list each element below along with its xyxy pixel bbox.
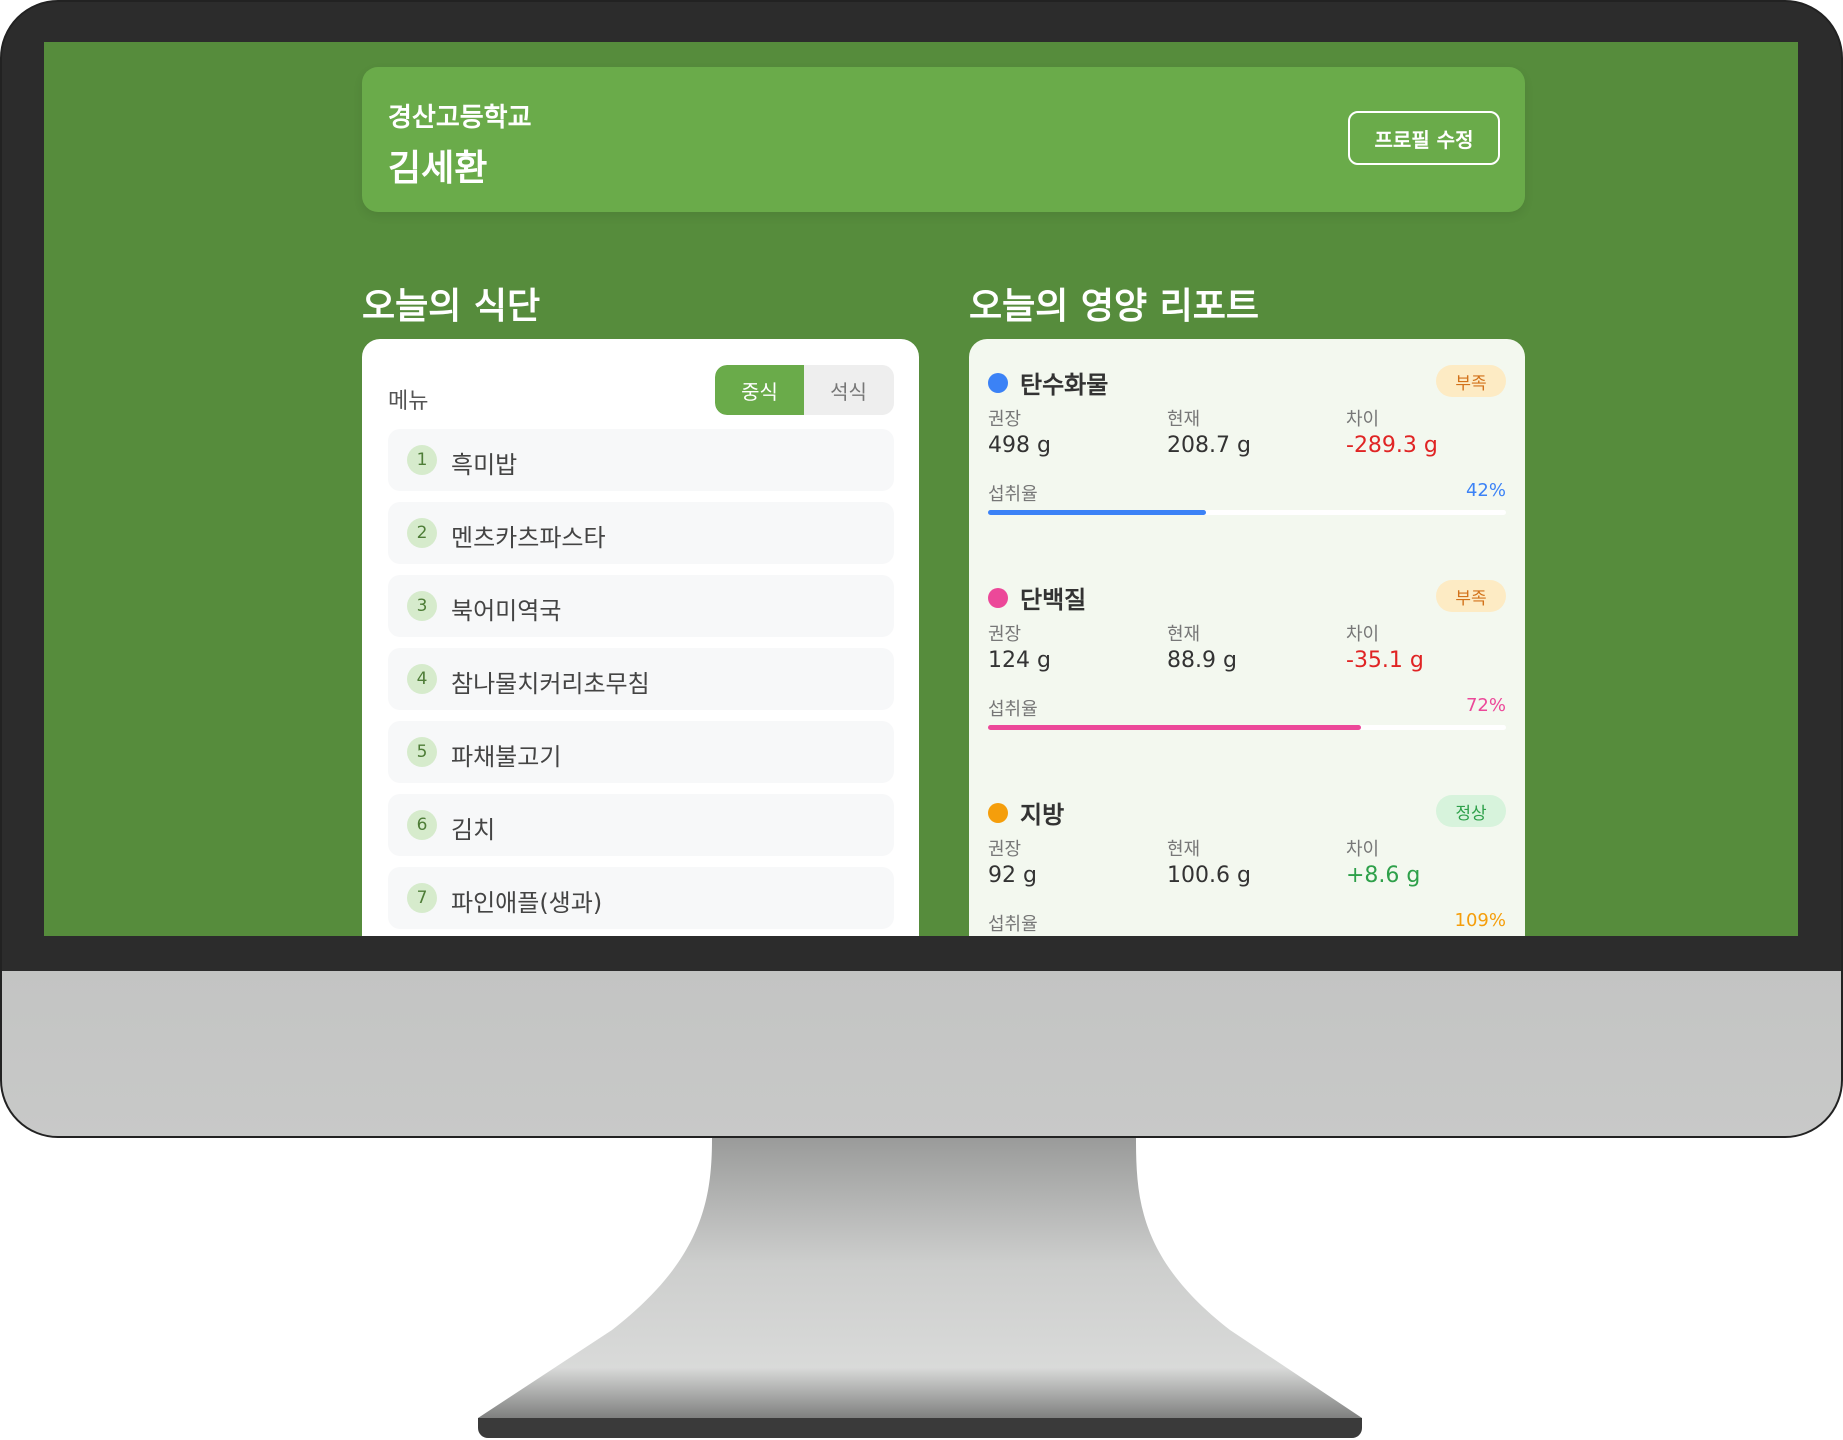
intake-label: 섭취율 <box>988 484 1038 505</box>
current-label: 현재 <box>1167 624 1201 645</box>
item-number-badge: 3 <box>407 591 437 621</box>
edit-profile-button[interactable]: 프로필 수정 <box>1348 111 1500 165</box>
menu-item-name: 멘츠카츠파스타 <box>451 524 606 552</box>
current-value: 208.7 g <box>1167 433 1251 458</box>
menu-item-name: 김치 <box>451 816 496 844</box>
item-number-badge: 5 <box>407 737 437 767</box>
current-value: 88.9 g <box>1167 648 1237 673</box>
recommended-value: 124 g <box>988 648 1051 673</box>
status-badge: 정상 <box>1436 795 1506 827</box>
list-item: 4 참나물치커리초무침 <box>388 648 894 710</box>
nutrient-name: 단백질 <box>1020 586 1087 614</box>
protein-dot-icon <box>988 588 1008 608</box>
item-number-badge: 7 <box>407 883 437 913</box>
item-number-badge: 2 <box>407 518 437 548</box>
menu-item-name: 파채불고기 <box>451 743 562 771</box>
current-label: 현재 <box>1167 839 1201 860</box>
monitor-base <box>478 1418 1362 1438</box>
diff-value: -289.3 g <box>1346 433 1438 458</box>
intake-percent: 109% <box>1454 910 1506 931</box>
intake-bar-fill <box>988 725 1361 730</box>
status-badge: 부족 <box>1436 365 1506 397</box>
menu-item-name: 파인애플(생과) <box>451 889 603 917</box>
recommended-label: 권장 <box>988 409 1022 430</box>
tab-dinner[interactable]: 석식 <box>804 365 893 415</box>
recommended-value: 498 g <box>988 433 1051 458</box>
menu-card: 메뉴 중식 석식 1 흑미밥 2 멘츠카츠파스타 3 북어미역국 4 참나물치커… <box>362 339 919 936</box>
recommended-value: 92 g <box>988 863 1037 888</box>
app-screen: 경산고등학교 김세환 프로필 수정 오늘의 식단 오늘의 영양 리포트 메뉴 중… <box>44 42 1798 936</box>
nutrient-protein: 단백질 부족 권장 현재 차이 124 g 88.9 g -35.1 g 섭취율… <box>988 578 1506 778</box>
current-label: 현재 <box>1167 409 1201 430</box>
item-number-badge: 6 <box>407 810 437 840</box>
nutrient-name: 탄수화물 <box>1020 371 1109 399</box>
menu-label: 메뉴 <box>388 389 429 414</box>
status-badge: 부족 <box>1436 580 1506 612</box>
recommended-label: 권장 <box>988 624 1022 645</box>
tab-lunch[interactable]: 중식 <box>715 365 804 415</box>
nutrition-section-title: 오늘의 영양 리포트 <box>969 286 1260 327</box>
list-item: 5 파채불고기 <box>388 721 894 783</box>
intake-percent: 42% <box>1465 480 1506 501</box>
diff-label: 차이 <box>1346 624 1380 645</box>
carbs-dot-icon <box>988 373 1008 393</box>
diff-value: -35.1 g <box>1346 648 1424 673</box>
student-name: 김세환 <box>388 148 488 189</box>
intake-bar <box>988 725 1506 730</box>
intake-label: 섭취율 <box>988 699 1038 720</box>
intake-bar-fill <box>988 510 1206 515</box>
menu-item-name: 북어미역국 <box>451 597 562 625</box>
recommended-label: 권장 <box>988 839 1022 860</box>
list-item: 3 북어미역국 <box>388 575 894 637</box>
school-name: 경산고등학교 <box>388 103 532 133</box>
diff-value: +8.6 g <box>1346 863 1421 888</box>
diff-label: 차이 <box>1346 839 1380 860</box>
list-item: 7 파인애플(생과) <box>388 867 894 929</box>
list-item: 1 흑미밥 <box>388 429 894 491</box>
nutrient-name: 지방 <box>1020 801 1065 829</box>
intake-label: 섭취율 <box>988 914 1038 935</box>
meal-toggle: 중식 석식 <box>715 365 894 415</box>
list-item: 2 멘츠카츠파스타 <box>388 502 894 564</box>
item-number-badge: 4 <box>407 664 437 694</box>
fat-dot-icon <box>988 803 1008 823</box>
nutrient-fat: 지방 정상 권장 현재 차이 92 g 100.6 g +8.6 g 섭취율 1… <box>988 793 1506 936</box>
profile-card: 경산고등학교 김세환 프로필 수정 <box>362 67 1525 212</box>
intake-bar <box>988 510 1506 515</box>
item-number-badge: 1 <box>407 445 437 475</box>
menu-item-name: 참나물치커리초무침 <box>451 670 650 698</box>
nutrient-carbs: 탄수화물 부족 권장 현재 차이 498 g 208.7 g -289.3 g … <box>988 363 1506 563</box>
menu-section-title: 오늘의 식단 <box>362 286 541 327</box>
list-item: 6 김치 <box>388 794 894 856</box>
current-value: 100.6 g <box>1167 863 1251 888</box>
intake-percent: 72% <box>1465 695 1506 716</box>
nutrition-card: 탄수화물 부족 권장 현재 차이 498 g 208.7 g -289.3 g … <box>969 339 1525 936</box>
menu-item-name: 흑미밥 <box>451 451 518 479</box>
diff-label: 차이 <box>1346 409 1380 430</box>
